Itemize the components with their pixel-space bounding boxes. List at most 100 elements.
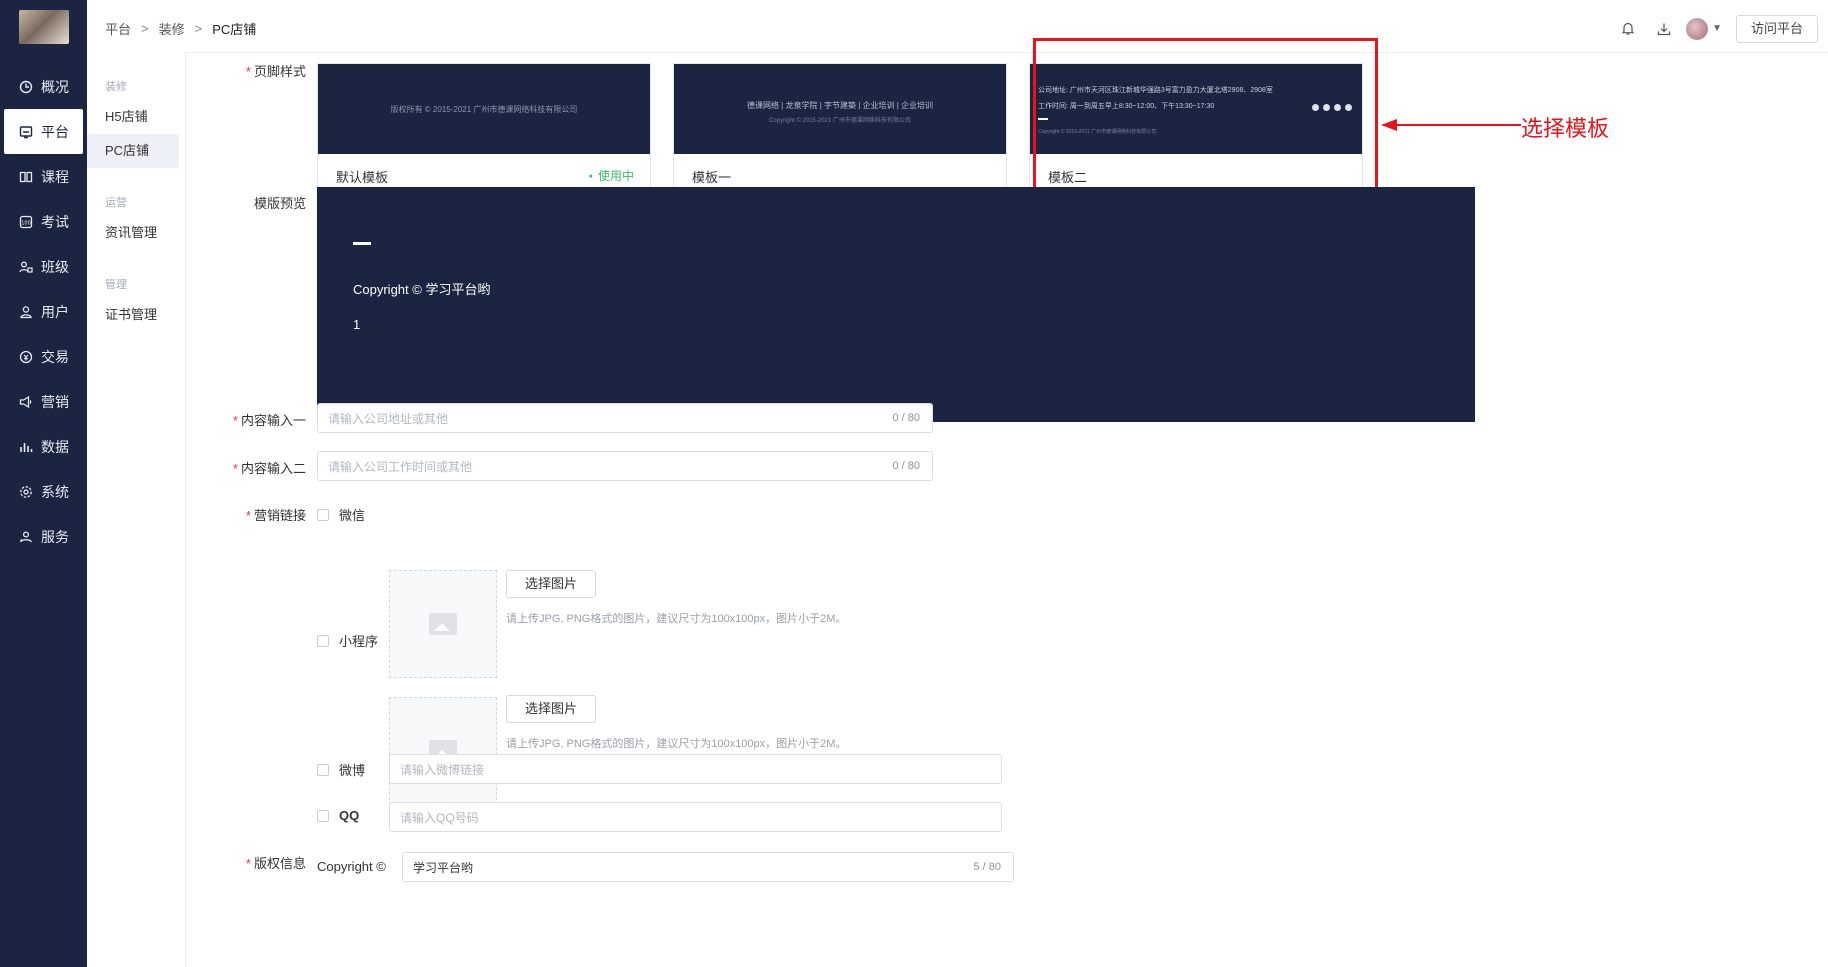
sub-group-decoration: 装修: [105, 81, 127, 93]
nav-label: 班级: [41, 258, 69, 275]
header-actions: ▼ 访问平台: [1610, 14, 1818, 44]
nav-item-service[interactable]: 服务: [0, 514, 87, 559]
nav-label: 服务: [41, 528, 69, 545]
app-root: 概况 平台 课程 100 考试 班级 用户 交易 营销 数据 系统 服务 平台 …: [0, 0, 1828, 967]
char-counter: 5 / 80: [973, 861, 1001, 873]
checkbox[interactable]: [317, 763, 329, 776]
wechat-image-upload[interactable]: [389, 570, 497, 678]
qq-checkbox[interactable]: QQ: [317, 808, 359, 823]
miniapp-image-upload[interactable]: [389, 697, 497, 805]
thumb-nav-links: 德课网络 | 龙泉学院 | 字节建築 | 企业培训 | 企业培训: [746, 101, 934, 110]
content2-input[interactable]: 请输入公司工作时间或其他 0 / 80: [317, 451, 933, 481]
chevron-down-icon[interactable]: ▼: [1712, 23, 1722, 34]
sub-group-operation: 运营: [105, 197, 127, 209]
checkbox[interactable]: [317, 809, 329, 822]
content2-label: * 内容输入二: [232, 461, 306, 476]
trade-icon: [18, 349, 34, 365]
breadcrumb-item-platform[interactable]: 平台: [105, 19, 131, 38]
qq-input[interactable]: 请输入QQ号码: [389, 802, 1002, 832]
service-icon: [18, 529, 34, 545]
breadcrumb: 平台 > 装修 > PC店铺: [105, 19, 256, 38]
nav-label: 课程: [41, 168, 69, 185]
sub-item-h5-shop[interactable]: H5店铺: [87, 100, 179, 134]
image-placeholder-icon: [429, 613, 457, 635]
nav-label: 数据: [41, 438, 69, 455]
copyright-prefix: Copyright ©: [317, 859, 386, 874]
avatar[interactable]: [1686, 17, 1709, 40]
weibo-placeholder: 请输入微博链接: [400, 762, 485, 777]
wechat-pick-image-button[interactable]: 选择图片: [506, 570, 596, 598]
nav-item-trade[interactable]: 交易: [0, 334, 87, 379]
logo: [19, 10, 69, 44]
nav-item-class[interactable]: 班级: [0, 244, 87, 289]
nav-label: 用户: [41, 303, 69, 320]
nav-item-exam[interactable]: 100 考试: [0, 199, 87, 244]
breadcrumb-item-current: PC店铺: [212, 22, 257, 37]
megaphone-icon: [18, 394, 34, 410]
sub-group-manage: 管理: [105, 279, 127, 291]
chevron-right-icon: >: [194, 21, 203, 36]
required-mark: *: [232, 413, 238, 428]
checkbox[interactable]: [317, 634, 329, 647]
sub-item-certificate[interactable]: 证书管理: [87, 298, 179, 332]
sub-item-pc-shop[interactable]: PC店铺: [87, 134, 179, 168]
copyright-value: 学习平台哟: [413, 860, 474, 875]
annotation-highlight-box: [1033, 38, 1378, 198]
template-card-default[interactable]: 版权所有 © 2015-2021 广州市德课网络科技有限公司 默认模板 使用中: [317, 63, 651, 200]
chevron-right-icon: >: [141, 21, 149, 36]
weibo-checkbox[interactable]: 微博: [317, 760, 365, 779]
nav-label: 考试: [41, 213, 69, 230]
copyright-label: * 版权信息: [245, 856, 306, 871]
main-nav: 概况 平台 课程 100 考试 班级 用户 交易 营销 数据 系统 服务: [0, 0, 87, 967]
preview-label: 模版预览: [253, 196, 306, 211]
checkbox[interactable]: [317, 508, 329, 521]
nav-item-user[interactable]: 用户: [0, 289, 87, 334]
content1-input[interactable]: 请输入公司地址或其他 0 / 80: [317, 403, 933, 433]
miniapp-image-hint: 请上传JPG, PNG格式的图片，建议尺寸为100x100px，图片小于2M。: [506, 738, 847, 750]
download-icon[interactable]: [1646, 14, 1682, 44]
breadcrumb-item-decoration[interactable]: 装修: [159, 19, 185, 38]
wechat-checkbox[interactable]: 微信: [317, 505, 365, 524]
nav-item-overview[interactable]: 概况: [0, 64, 87, 109]
nav-label: 概况: [41, 78, 69, 95]
annotation-arrow-icon: [1381, 119, 1521, 131]
nav-item-data[interactable]: 数据: [0, 424, 87, 469]
user-icon: [18, 304, 34, 320]
char-counter: 0 / 80: [892, 460, 920, 472]
sub-item-news[interactable]: 资讯管理: [87, 216, 179, 250]
qq-placeholder: 请输入QQ号码: [400, 810, 479, 825]
nav-item-system[interactable]: 系统: [0, 469, 87, 514]
bell-icon[interactable]: [1610, 14, 1646, 44]
required-mark: *: [245, 508, 251, 523]
thumb-copyright: Copyright © 2015-2021 广州市德课网络科技有限公司: [769, 118, 911, 124]
svg-text:100: 100: [21, 220, 31, 226]
sub-sidebar: 装修 H5店铺 PC店铺 运营 资讯管理 管理 证书管理: [87, 52, 186, 967]
content1-placeholder: 请输入公司地址或其他: [328, 411, 449, 426]
template-thumbnail: 德课网络 | 龙泉学院 | 字节建築 | 企业培训 | 企业培训 Copyrig…: [674, 64, 1006, 154]
required-mark: *: [232, 461, 238, 476]
nav-item-platform[interactable]: 平台: [4, 109, 83, 154]
nav-label: 交易: [41, 348, 69, 365]
preview-number: 1: [353, 317, 361, 332]
weibo-input[interactable]: 请输入微博链接: [389, 754, 1002, 784]
nav-item-marketing[interactable]: 营销: [0, 379, 87, 424]
class-icon: [18, 259, 34, 275]
wechat-image-hint: 请上传JPG, PNG格式的图片，建议尺寸为100x100px，图片小于2M。: [506, 613, 847, 625]
marketing-label: * 营销链接: [245, 508, 306, 523]
miniapp-pick-image-button[interactable]: 选择图片: [506, 695, 596, 723]
nav-label: 平台: [41, 123, 69, 140]
template-name: 模板一: [692, 170, 732, 185]
gear-icon: [18, 484, 34, 500]
copyright-input[interactable]: 学习平台哟 5 / 80: [402, 852, 1014, 882]
visit-platform-button[interactable]: 访问平台: [1735, 14, 1818, 43]
dashboard-icon: [18, 79, 34, 95]
annotation-text: 选择模板: [1521, 117, 1610, 142]
footer-style-label: * 页脚样式: [245, 64, 306, 79]
footer-preview: Copyright © 学习平台哟 1: [317, 187, 1475, 422]
template-card-one[interactable]: 德课网络 | 龙泉学院 | 字节建築 | 企业培训 | 企业培训 Copyrig…: [673, 63, 1007, 200]
thumb-copyright: 版权所有 © 2015-2021 广州市德课网络科技有限公司: [390, 105, 578, 114]
miniapp-checkbox[interactable]: 小程序: [317, 631, 378, 650]
nav-item-course[interactable]: 课程: [0, 154, 87, 199]
top-header: 平台 > 装修 > PC店铺 ▼ 访问平台: [87, 5, 1828, 53]
required-mark: *: [245, 64, 251, 79]
